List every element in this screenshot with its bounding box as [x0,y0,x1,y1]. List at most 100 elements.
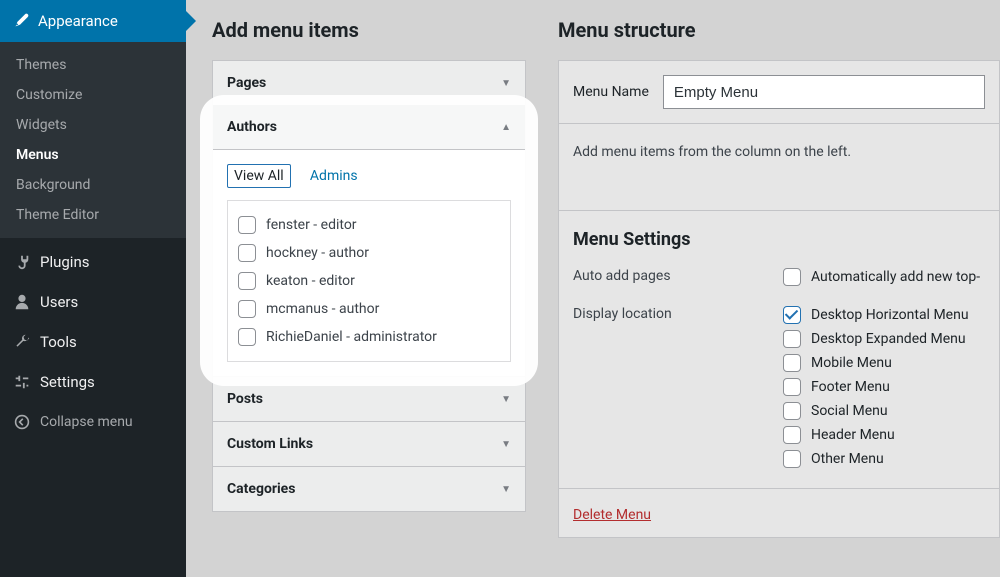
plug-icon [12,252,32,272]
author-checkbox[interactable] [238,328,256,346]
sliders-icon [12,372,32,392]
menu-body: Add menu items from the column on the le… [558,124,1000,538]
option-label: Social Menu [811,403,888,419]
location-checkbox[interactable] [783,402,801,420]
setting-label: Display location [573,306,783,474]
author-checkbox[interactable] [238,244,256,262]
tab-admins[interactable]: Admins [304,165,364,187]
admin-sidebar: Appearance Themes Customize Widgets Menu… [0,0,186,577]
author-row[interactable]: RichieDaniel - administrator [234,323,504,351]
chevron-down-icon: ▼ [501,484,511,495]
author-row[interactable]: fenster - editor [234,211,504,239]
setting-label: Auto add pages [573,268,783,292]
menu-name-label: Menu Name [573,84,649,100]
display-location-options: Desktop Horizontal Menu Desktop Expanded… [783,306,985,474]
sidebar-item-settings[interactable]: Settings [0,362,186,402]
author-checkbox[interactable] [238,272,256,290]
accordion-label: Pages [227,75,266,91]
sidebar-main: Plugins Users Tools Settings [0,238,186,442]
chevron-down-icon: ▼ [501,439,511,450]
location-checkbox[interactable] [783,330,801,348]
sidebar-sub-background[interactable]: Background [0,170,186,200]
chevron-down-icon: ▼ [501,394,511,405]
location-checkbox[interactable] [783,354,801,372]
location-checkbox[interactable] [783,450,801,468]
location-option[interactable]: Desktop Expanded Menu [783,330,985,348]
menu-name-input[interactable] [663,75,985,109]
chevron-down-icon: ▼ [501,78,511,89]
accordion-custom-links-header[interactable]: Custom Links ▼ [213,421,525,466]
menu-settings-title: Menu Settings [573,229,985,250]
location-option[interactable]: Mobile Menu [783,354,985,372]
menu-structure-title: Menu structure [558,18,1000,42]
accordion-authors-header[interactable]: Authors ▲ [213,105,525,149]
author-label: fenster - editor [266,217,357,233]
tab-view-all[interactable]: View All [227,164,291,188]
author-row[interactable]: hockney - author [234,239,504,267]
location-option[interactable]: Header Menu [783,426,985,444]
option-label: Desktop Horizontal Menu [811,307,969,323]
menu-structure-column: Menu structure Menu Name Add menu items … [540,0,1000,577]
author-label: keaton - editor [266,273,355,289]
sidebar-collapse-label: Collapse menu [40,414,133,430]
sidebar-item-label: Settings [40,373,95,391]
author-label: mcmanus - author [266,301,379,317]
separator [559,488,999,489]
sidebar-item-users[interactable]: Users [0,282,186,322]
location-checkbox[interactable] [783,426,801,444]
auto-add-checkbox[interactable] [783,268,801,286]
option-label: Automatically add new top- [811,269,980,285]
sidebar-item-tools[interactable]: Tools [0,322,186,362]
sidebar-item-label: Tools [40,333,77,351]
sidebar-submenu: Themes Customize Widgets Menus Backgroun… [0,42,186,238]
option-label: Other Menu [811,451,884,467]
location-option[interactable]: Other Menu [783,450,985,468]
sidebar-sub-widgets[interactable]: Widgets [0,110,186,140]
menu-items-accordion: Pages ▼ Authors ▲ View All Admins [212,60,526,512]
location-option[interactable]: Social Menu [783,402,985,420]
user-icon [12,292,32,312]
accordion-label: Categories [227,481,295,497]
author-checkbox[interactable] [238,216,256,234]
sidebar-sub-theme-editor[interactable]: Theme Editor [0,200,186,230]
accordion-categories-header[interactable]: Categories ▼ [213,466,525,511]
setting-display-location: Display location Desktop Horizontal Menu… [573,306,985,474]
sidebar-sub-menus[interactable]: Menus [0,140,186,170]
separator [559,210,999,211]
authors-tabs: View All Admins [227,164,511,188]
wrench-icon [12,332,32,352]
add-menu-items-title: Add menu items [212,18,526,42]
accordion-authors-panel: View All Admins fenster - editor [213,149,525,376]
author-row[interactable]: keaton - editor [234,267,504,295]
location-option[interactable]: Footer Menu [783,378,985,396]
sidebar-item-label: Plugins [40,253,89,271]
sidebar-section-appearance[interactable]: Appearance [0,0,186,42]
sidebar-section-label: Appearance [38,12,118,30]
option-label: Mobile Menu [811,355,892,371]
content: Add menu items Pages ▼ Authors ▲ [186,0,1000,577]
location-option[interactable]: Desktop Horizontal Menu [783,306,985,324]
accordion-label: Custom Links [227,436,313,452]
accordion-label: Posts [227,391,263,407]
author-checkbox[interactable] [238,300,256,318]
delete-menu-link[interactable]: Delete Menu [573,507,651,523]
sidebar-sub-themes[interactable]: Themes [0,50,186,80]
option-label: Footer Menu [811,379,890,395]
author-row[interactable]: mcmanus - author [234,295,504,323]
auto-add-option[interactable]: Automatically add new top- [783,268,985,286]
accordion-label: Authors [227,119,277,135]
sidebar-item-label: Users [40,293,78,311]
location-checkbox[interactable] [783,378,801,396]
collapse-icon [12,412,32,432]
location-checkbox[interactable] [783,306,801,324]
menu-name-row: Menu Name [558,60,1000,124]
app-root: Appearance Themes Customize Widgets Menu… [0,0,1000,577]
active-pointer-icon [186,11,196,31]
empty-menu-hint: Add menu items from the column on the le… [573,144,985,160]
author-label: RichieDaniel - administrator [266,329,437,345]
option-label: Header Menu [811,427,895,443]
sidebar-sub-customize[interactable]: Customize [0,80,186,110]
sidebar-collapse[interactable]: Collapse menu [0,402,186,442]
brush-icon [12,12,30,30]
sidebar-item-plugins[interactable]: Plugins [0,242,186,282]
